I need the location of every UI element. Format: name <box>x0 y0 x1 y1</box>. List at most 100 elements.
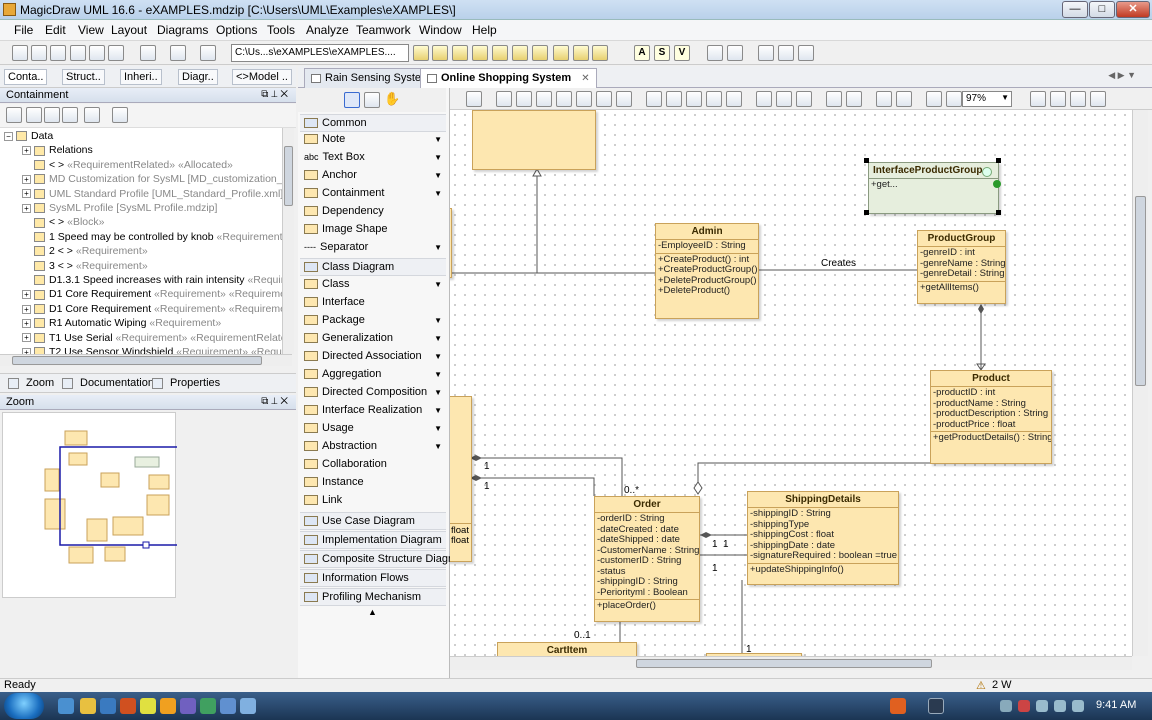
tree-item[interactable]: + T2 Use Sensor Windshield «Requirement» … <box>22 345 292 354</box>
palette-separator[interactable]: ---- Separator ▼ <box>300 239 446 257</box>
toolbar-button-icon[interactable] <box>512 45 528 61</box>
panel-tab-properties[interactable]: Properties <box>170 377 220 389</box>
diagram-tool-icon[interactable] <box>686 91 702 107</box>
toolbar-button-icon[interactable] <box>413 45 429 61</box>
palette-expand-icon[interactable]: ▼ <box>434 366 442 383</box>
palette-containment[interactable]: Containment ▼ <box>300 185 446 203</box>
toolbar-letter-button[interactable]: A <box>634 45 650 61</box>
tab-nav-icons[interactable]: ◀ ▶ ▼ <box>1108 70 1136 81</box>
containment-tool-icon[interactable] <box>6 107 22 123</box>
class-admin[interactable]: Admin -EmployeeID : String +CreateProduc… <box>655 223 759 319</box>
tree-item[interactable]: < > «Block» <box>22 215 104 230</box>
toolbar-letter-button[interactable]: S <box>654 45 670 61</box>
browser-tab[interactable]: Conta.. <box>4 69 48 85</box>
palette-expand-icon[interactable]: ▼ <box>434 420 442 437</box>
palette-package[interactable]: Package ▼ <box>300 312 446 330</box>
tree-item[interactable]: 3 < > «Requirement» <box>22 259 148 274</box>
tree-item[interactable]: + MD Customization for SysML [MD_customiz… <box>22 172 292 187</box>
toolbar-button-icon[interactable] <box>170 45 186 61</box>
menu-view[interactable]: View <box>78 23 104 37</box>
diagram-tool-icon[interactable] <box>846 91 862 107</box>
diagram-tool-icon[interactable] <box>1050 91 1066 107</box>
toolbar-button-icon[interactable] <box>200 45 216 61</box>
palette-interface[interactable]: Interface <box>300 294 446 312</box>
palette-expand-icon[interactable]: ▼ <box>434 149 442 166</box>
diagram-tool-icon[interactable] <box>556 91 572 107</box>
app-icon-5[interactable] <box>220 698 236 714</box>
tree-item[interactable]: 1 Speed may be controlled by knob «Requi… <box>22 230 288 245</box>
diagram-tool-icon[interactable] <box>516 91 532 107</box>
browser-tab[interactable]: <>Model .. <box>232 69 292 85</box>
toolbar-button-icon[interactable] <box>108 45 124 61</box>
palette-image-shape[interactable]: Image Shape <box>300 221 446 239</box>
tree-item[interactable]: + D1 Core Requirement «Requirement» «Requ… <box>22 302 292 317</box>
palette-expand-icon[interactable]: ▼ <box>434 167 442 184</box>
tree-item[interactable]: < > «RequirementRelated» «Allocated» <box>22 158 233 173</box>
toolbar-button-icon[interactable] <box>592 45 608 61</box>
canvas-horizontal-scrollbar[interactable] <box>450 656 1132 670</box>
tree-item[interactable]: − Data <box>4 129 53 144</box>
class-left-partial[interactable]: t ) float float <box>450 396 472 562</box>
palette-interface-realization[interactable]: Interface Realization ▼ <box>300 402 446 420</box>
menu-teamwork[interactable]: Teamwork <box>356 23 411 37</box>
zoom-combo[interactable]: 97% ▼ <box>962 91 1012 107</box>
app-icon-1[interactable] <box>120 698 136 714</box>
palette-scroll-up-icon[interactable]: ▲ <box>368 607 377 617</box>
pan-tool-icon[interactable]: ✋ <box>384 92 400 108</box>
explorer-icon[interactable] <box>80 698 96 714</box>
menu-diagrams[interactable]: Diagrams <box>157 23 208 37</box>
diagram-tool-icon[interactable] <box>796 91 812 107</box>
palette-expand-icon[interactable]: ▼ <box>434 348 442 365</box>
containment-tool-icon[interactable] <box>84 107 100 123</box>
toolbar-button-icon[interactable] <box>573 45 589 61</box>
class-box-top-left[interactable] <box>472 110 596 170</box>
class-interface-product-group[interactable]: InterfaceProductGroup +get... <box>868 162 999 214</box>
selection-handle[interactable] <box>996 158 1001 163</box>
palette-expand-icon[interactable]: ▼ <box>434 330 442 347</box>
diagram-tool-icon[interactable] <box>666 91 682 107</box>
palette-dependency[interactable]: Dependency <box>300 203 446 221</box>
toolbar-button-icon[interactable] <box>778 45 794 61</box>
toolbar-button-icon[interactable] <box>553 45 569 61</box>
palette-expand-icon[interactable]: ▼ <box>434 438 442 455</box>
warning-count[interactable]: 2 W <box>992 679 1012 691</box>
pointer-tool-icon[interactable] <box>344 92 360 108</box>
toolbar-button-icon[interactable] <box>798 45 814 61</box>
containment-tool-icon[interactable] <box>44 107 60 123</box>
tree-item[interactable]: + T1 Use Serial «Requirement» «Requiremen… <box>22 331 292 346</box>
toolbar-button-icon[interactable] <box>758 45 774 61</box>
tree-expand-icon[interactable]: + <box>22 290 31 300</box>
menu-analyze[interactable]: Analyze <box>306 23 349 37</box>
toolbar-letter-button[interactable]: V <box>674 45 690 61</box>
palette-class-diagram[interactable]: Class Diagram <box>300 258 446 276</box>
project-path-combo[interactable]: C:\Us...s\eXAMPLES\eXAMPLES.... <box>231 44 409 62</box>
palette-class[interactable]: Class ▼ <box>300 276 446 294</box>
selection-handle[interactable] <box>996 210 1001 215</box>
tray-volume-icon[interactable] <box>1054 700 1066 712</box>
minimize-button[interactable]: — <box>1062 1 1088 18</box>
toolbar-button-icon[interactable] <box>140 45 156 61</box>
diagram-tool-icon[interactable] <box>466 91 482 107</box>
tree-item[interactable]: + Relations <box>22 143 93 158</box>
tree-item[interactable]: + UML Standard Profile [UML_Standard_Prof… <box>22 187 283 202</box>
diagram-tool-icon[interactable] <box>826 91 842 107</box>
palette-directed-association[interactable]: Directed Association ▼ <box>300 348 446 366</box>
class-product[interactable]: Product -productID : int -productName : … <box>930 370 1052 464</box>
tree-item[interactable]: 2 < > «Requirement» <box>22 244 148 259</box>
app-icon-3[interactable] <box>180 698 196 714</box>
tree-item[interactable]: + D1 Core Requirement «Requirement» «Requ… <box>22 287 292 302</box>
toolbar-button-icon[interactable] <box>452 45 468 61</box>
tree-expand-icon[interactable]: + <box>22 203 31 213</box>
palette-information-flows[interactable]: Information Flows <box>300 569 446 587</box>
tray-icon[interactable] <box>1000 700 1012 712</box>
containment-tool-icon[interactable] <box>26 107 42 123</box>
menu-file[interactable]: File <box>14 23 33 37</box>
class-shipping-details[interactable]: ShippingDetails -shippingID : String -sh… <box>747 491 899 585</box>
diagram-tool-icon[interactable] <box>946 91 962 107</box>
palette-common[interactable]: Common <box>300 114 446 132</box>
diagram-tool-icon[interactable] <box>756 91 772 107</box>
toolbar-button-icon[interactable] <box>432 45 448 61</box>
toolbar-button-icon[interactable] <box>727 45 743 61</box>
palette-anchor[interactable]: Anchor ▼ <box>300 167 446 185</box>
diagram-tool-icon[interactable] <box>616 91 632 107</box>
